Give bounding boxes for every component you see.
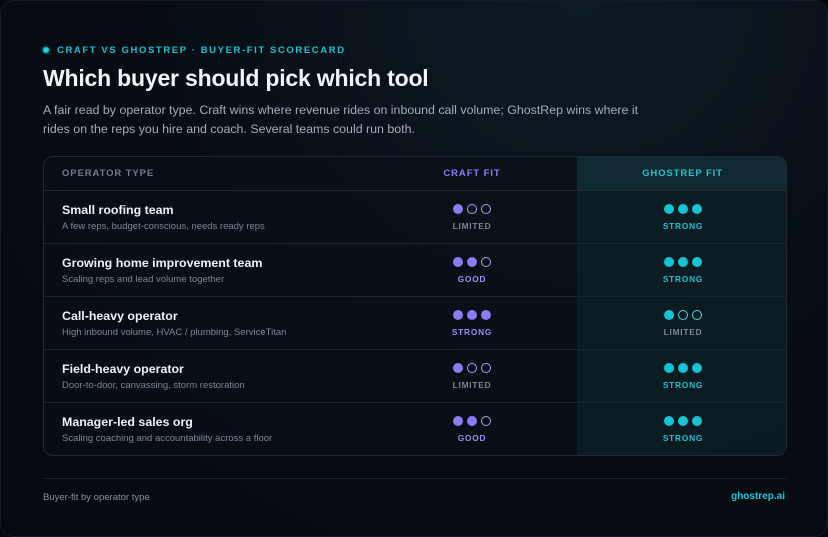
craft-fit-rating: LIMITED xyxy=(374,363,570,390)
ghostrep-fit-rating: STRONG xyxy=(585,204,781,231)
rating-label: STRONG xyxy=(451,327,493,337)
filled-dot-icon xyxy=(453,416,463,426)
rating-dots xyxy=(453,363,491,373)
footer-divider xyxy=(43,478,787,479)
ghostrep-fit-rating: STRONG xyxy=(585,257,781,284)
page-subtitle: A fair read by operator type. Craft wins… xyxy=(43,103,639,136)
filled-dot-icon xyxy=(467,310,477,320)
filled-dot-icon xyxy=(467,416,477,426)
table-header: OPERATOR TYPE CRAFT FIT GHOSTREP FIT xyxy=(44,157,786,191)
craft-fit-rating: LIMITED xyxy=(374,204,570,231)
scorecard-table: OPERATOR TYPE CRAFT FIT GHOSTREP FIT Sma… xyxy=(43,156,787,456)
empty-dot-icon xyxy=(481,416,491,426)
filled-dot-icon xyxy=(692,257,702,267)
operator-description: High inbound volume, HVAC / plumbing, Se… xyxy=(62,327,287,338)
ghostrep-fit-rating: LIMITED xyxy=(585,310,781,337)
ghostrep-fit-rating: STRONG xyxy=(585,416,781,443)
rating-label: LIMITED xyxy=(452,221,492,231)
filled-dot-icon xyxy=(453,363,463,373)
filled-dot-icon xyxy=(664,416,674,426)
rating-label: GOOD xyxy=(457,433,487,443)
footer-link[interactable]: ghostrep.ai xyxy=(731,491,785,502)
rating-dots xyxy=(453,416,491,426)
craft-fit-rating: GOOD xyxy=(374,416,570,443)
filled-dot-icon xyxy=(678,363,688,373)
rating-dots xyxy=(664,363,702,373)
table-row: Small roofing team A few reps, budget-con… xyxy=(44,191,786,244)
table-row: Field-heavy operator Door-to-door, canvas… xyxy=(44,350,786,403)
rating-dots xyxy=(453,204,491,214)
rating-dots xyxy=(664,257,702,267)
rating-dots xyxy=(664,204,702,214)
table-row: Call-heavy operator High inbound volume, … xyxy=(44,297,786,350)
operator-name: Small roofing team xyxy=(62,203,174,217)
filled-dot-icon xyxy=(692,204,702,214)
rating-label: STRONG xyxy=(662,221,704,231)
operator-description: Scaling coaching and accountability acro… xyxy=(62,433,273,444)
eyebrow: CRAFT VS GHOSTREP · BUYER-FIT SCORECARD xyxy=(43,44,346,56)
rating-label: STRONG xyxy=(662,433,704,443)
filled-dot-icon xyxy=(453,257,463,267)
eyebrow-dot-icon xyxy=(43,47,49,53)
operator-name: Growing home improvement team xyxy=(62,256,263,270)
filled-dot-icon xyxy=(453,204,463,214)
page-title: Which buyer should pick which tool xyxy=(43,65,429,91)
filled-dot-icon xyxy=(678,416,688,426)
header-operator-type: OPERATOR TYPE xyxy=(62,168,155,179)
ghostrep-fit-rating: STRONG xyxy=(585,363,781,390)
empty-dot-icon xyxy=(481,363,491,373)
operator-name: Call-heavy operator xyxy=(62,309,178,323)
rating-dots xyxy=(664,416,702,426)
rating-label: GOOD xyxy=(457,274,487,284)
rating-label: LIMITED xyxy=(663,327,703,337)
empty-dot-icon xyxy=(678,310,688,320)
empty-dot-icon xyxy=(467,363,477,373)
empty-dot-icon xyxy=(692,310,702,320)
rating-dots xyxy=(453,310,491,320)
filled-dot-icon xyxy=(467,257,477,267)
operator-name: Field-heavy operator xyxy=(62,362,184,376)
craft-fit-rating: STRONG xyxy=(374,310,570,337)
operator-description: Door-to-door, canvassing, storm restorat… xyxy=(62,380,245,391)
filled-dot-icon xyxy=(664,310,674,320)
operator-description: A few reps, budget-conscious, needs read… xyxy=(62,221,265,232)
filled-dot-icon xyxy=(678,257,688,267)
filled-dot-icon xyxy=(664,204,674,214)
scorecard-card: CRAFT VS GHOSTREP · BUYER-FIT SCORECARD … xyxy=(0,0,828,537)
table-row: Growing home improvement team Scaling rep… xyxy=(44,244,786,297)
filled-dot-icon xyxy=(664,363,674,373)
filled-dot-icon xyxy=(453,310,463,320)
filled-dot-icon xyxy=(692,416,702,426)
header-ghostrep-fit: GHOSTREP FIT xyxy=(642,168,723,179)
filled-dot-icon xyxy=(692,363,702,373)
filled-dot-icon xyxy=(481,310,491,320)
footer-caption: Buyer-fit by operator type xyxy=(43,492,150,503)
rating-label: STRONG xyxy=(662,380,704,390)
rating-label: STRONG xyxy=(662,274,704,284)
empty-dot-icon xyxy=(481,204,491,214)
craft-fit-rating: GOOD xyxy=(374,257,570,284)
rating-dots xyxy=(453,257,491,267)
eyebrow-text: CRAFT VS GHOSTREP · BUYER-FIT SCORECARD xyxy=(57,44,346,56)
header-craft-fit: CRAFT FIT xyxy=(443,168,501,179)
filled-dot-icon xyxy=(664,257,674,267)
table-row: Manager-led sales org Scaling coaching an… xyxy=(44,403,786,455)
rating-dots xyxy=(664,310,702,320)
rating-label: LIMITED xyxy=(452,380,492,390)
operator-description: Scaling reps and lead volume together xyxy=(62,274,225,285)
empty-dot-icon xyxy=(481,257,491,267)
operator-name: Manager-led sales org xyxy=(62,415,193,429)
filled-dot-icon xyxy=(678,204,688,214)
empty-dot-icon xyxy=(467,204,477,214)
